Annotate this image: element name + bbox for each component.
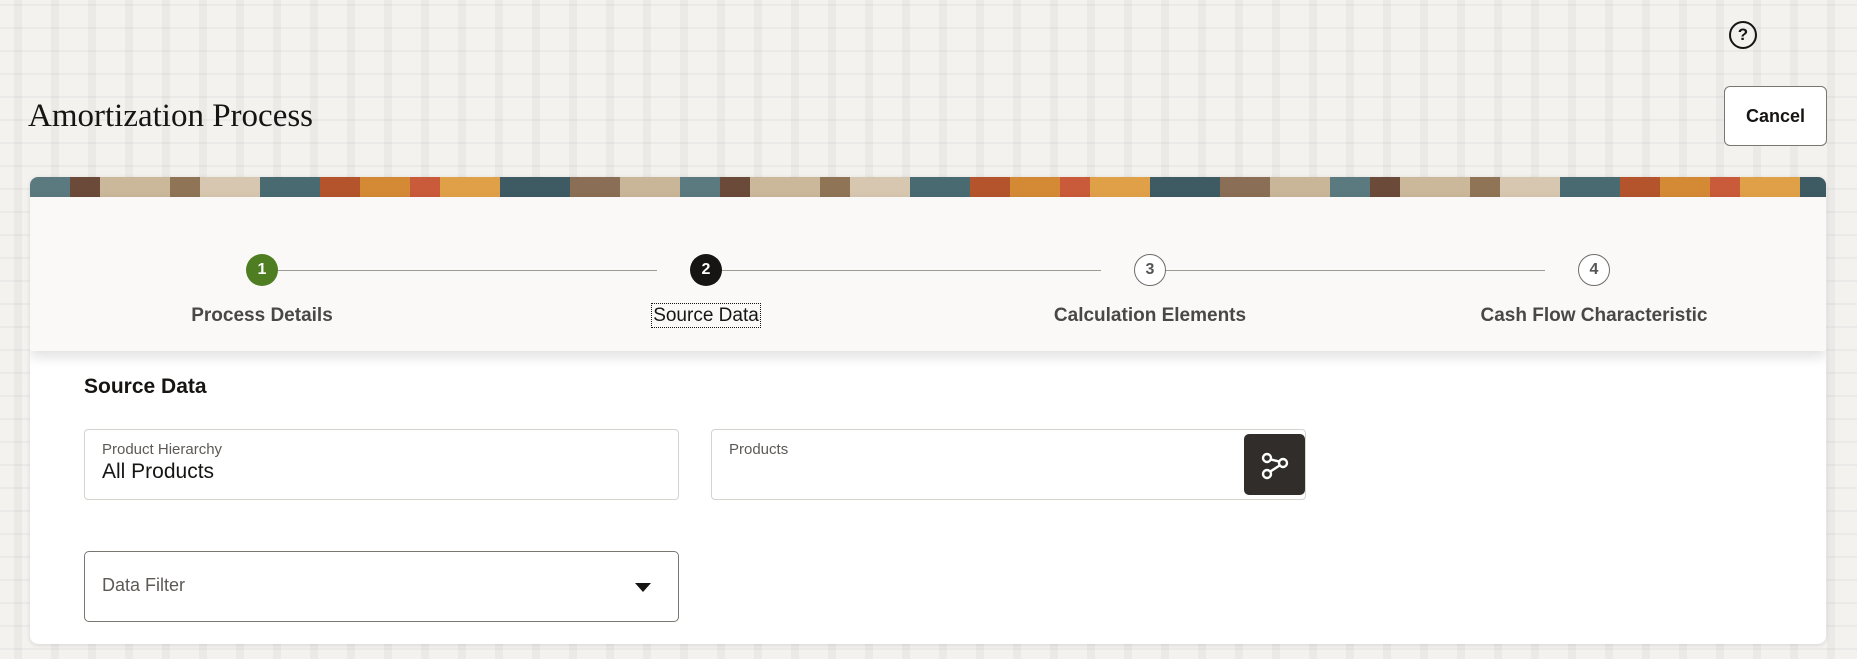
step-3-label[interactable]: Calculation Elements	[1000, 305, 1300, 327]
step-3-indicator[interactable]: 3	[1134, 254, 1166, 286]
section-title: Source Data	[84, 375, 207, 398]
data-filter-label: Data Filter	[102, 575, 186, 595]
cancel-button[interactable]: Cancel	[1724, 86, 1827, 146]
train-card: 1 2 3 4 Process Details Source Data Calc…	[30, 177, 1826, 644]
products-label: Products	[729, 441, 789, 458]
step-1-indicator[interactable]: 1	[246, 254, 278, 286]
hierarchy-icon	[1261, 452, 1288, 479]
product-hierarchy-label: Product Hierarchy	[102, 441, 223, 458]
page-title: Amortization Process	[28, 98, 314, 134]
product-hierarchy-field[interactable]: Product Hierarchy All Products	[84, 429, 679, 500]
step-train: 1 2 3 4 Process Details Source Data Calc…	[30, 197, 1826, 351]
step-1-label[interactable]: Process Details	[112, 305, 412, 327]
step-connector	[706, 270, 1101, 271]
step-2-indicator[interactable]: 2	[690, 254, 722, 286]
hierarchy-browser-button[interactable]	[1244, 434, 1305, 495]
data-filter-select[interactable]: Data Filter	[84, 551, 679, 622]
product-hierarchy-value: All Products	[102, 460, 215, 483]
step-2-label[interactable]: Source Data	[556, 303, 856, 328]
decorative-banner	[30, 177, 1826, 197]
help-icon[interactable]: ?	[1729, 21, 1757, 49]
step-4-label[interactable]: Cash Flow Characteristic	[1444, 305, 1744, 327]
chevron-down-icon[interactable]	[635, 583, 651, 592]
step-connector	[262, 270, 657, 271]
step-connector	[1150, 270, 1545, 271]
step-4-indicator[interactable]: 4	[1578, 254, 1610, 286]
products-field[interactable]: Products	[711, 429, 1306, 500]
